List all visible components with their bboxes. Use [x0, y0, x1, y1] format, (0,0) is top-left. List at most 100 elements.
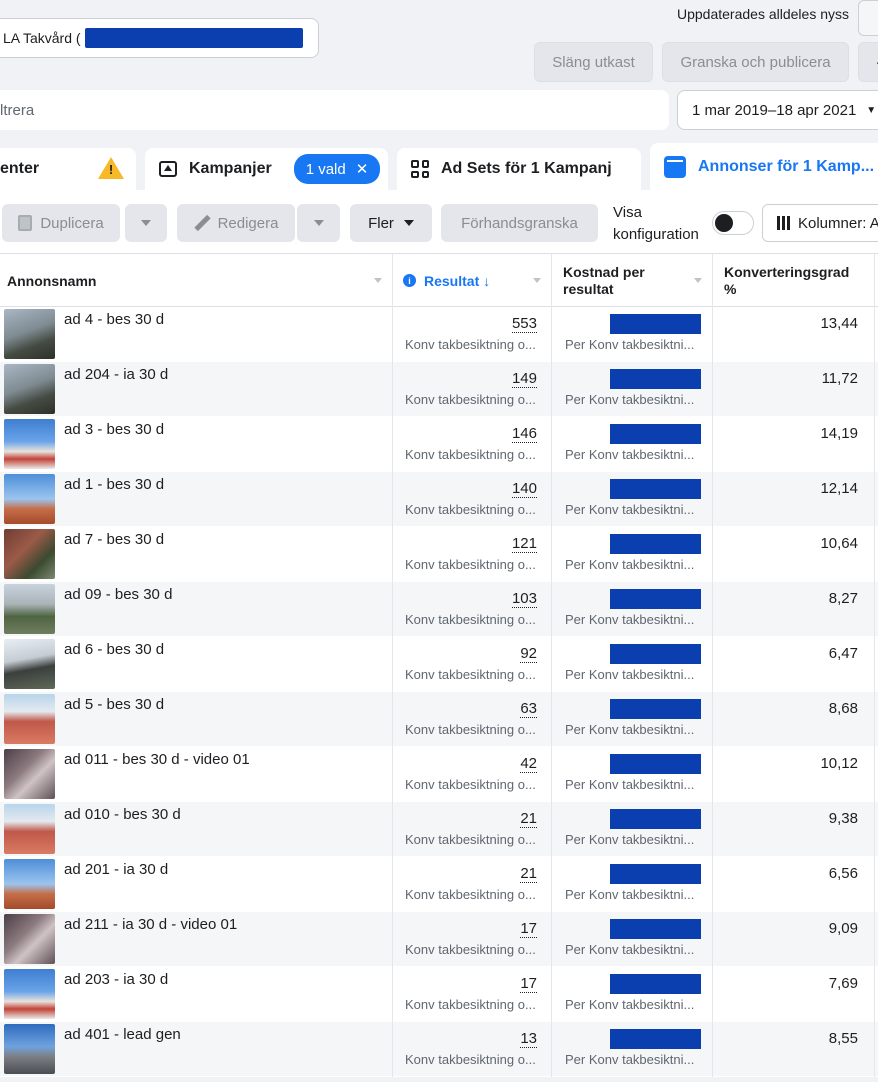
review-publish-button[interactable]: Granska och publicera — [662, 42, 849, 82]
edit-button[interactable]: Redigera — [177, 204, 295, 242]
table-row[interactable]: ad 3 - bes 30 d 146 Konv takbesiktning o… — [0, 417, 878, 472]
table-row[interactable]: ad 203 - ia 30 d 17 Konv takbesiktning o… — [0, 967, 878, 1022]
close-icon[interactable]: ✕ — [356, 160, 369, 178]
tab-ads[interactable]: Annonser för 1 Kamp... — [650, 143, 878, 193]
ad-name[interactable]: ad 1 - bes 30 d — [64, 476, 164, 493]
ad-name[interactable]: ad 201 - ia 30 d — [64, 861, 168, 878]
result-value[interactable]: 140 — [511, 480, 537, 498]
columns-button[interactable]: Kolumner: A — [762, 204, 878, 242]
cost-type: Per Konv takbesiktni... — [565, 337, 695, 352]
ad-name[interactable]: ad 5 - bes 30 d — [64, 696, 164, 713]
cost-type: Per Konv takbesiktni... — [565, 942, 695, 957]
ad-name-cell: ad 204 - ia 30 d — [0, 362, 393, 417]
table-row[interactable]: ad 211 - ia 30 d - video 01 17 Konv takb… — [0, 912, 878, 967]
result-value[interactable]: 149 — [511, 370, 537, 388]
result-value[interactable]: 103 — [511, 590, 537, 608]
conversion-value: 12,14 — [820, 480, 858, 497]
ad-name[interactable]: ad 3 - bes 30 d — [64, 421, 164, 438]
ad-thumbnail[interactable] — [4, 694, 55, 744]
result-value[interactable]: 63 — [520, 700, 537, 718]
ad-thumbnail[interactable] — [4, 914, 55, 964]
ad-thumbnail[interactable] — [4, 859, 55, 909]
cost-cell: Per Konv takbesiktni... — [552, 857, 713, 912]
result-value[interactable]: 92 — [520, 645, 537, 663]
result-value[interactable]: 21 — [520, 810, 537, 828]
tab-account-overview[interactable]: enter ! — [0, 148, 136, 190]
ad-thumbnail[interactable] — [4, 474, 55, 524]
result-value[interactable]: 13 — [520, 1030, 537, 1048]
table-row[interactable]: ad 09 - bes 30 d 103 Konv takbesiktning … — [0, 582, 878, 637]
column-header-ad-name[interactable]: Annonsnamn — [0, 254, 393, 307]
duplicate-dropdown-button[interactable] — [125, 204, 167, 242]
ad-name[interactable]: ad 211 - ia 30 d - video 01 — [64, 916, 237, 933]
search-filter-input[interactable]: ltrera — [0, 90, 669, 130]
date-range-selector[interactable]: 1 mar 2019–18 apr 2021 ▼ — [677, 90, 878, 130]
column-header-result[interactable]: i Resultat ↓ — [393, 254, 552, 307]
table-row[interactable]: ad 6 - bes 30 d 92 Konv takbesiktning o.… — [0, 637, 878, 692]
table-row[interactable]: ad 7 - bes 30 d 121 Konv takbesiktning o… — [0, 527, 878, 582]
ad-thumbnail[interactable] — [4, 419, 55, 469]
more-options-button[interactable]: · — [858, 42, 878, 82]
column-header-conversion-rate[interactable]: Konverteringsgrad % — [713, 254, 875, 307]
ad-name[interactable]: ad 010 - bes 30 d — [64, 806, 181, 823]
table-row[interactable]: ad 4 - bes 30 d 553 Konv takbesiktning o… — [0, 307, 878, 362]
column-header-cost-per-result[interactable]: Kostnad per resultat — [552, 254, 713, 307]
edit-dropdown-button[interactable] — [297, 204, 340, 242]
ad-thumbnail[interactable] — [4, 309, 55, 359]
result-value[interactable]: 121 — [511, 535, 537, 553]
table-row[interactable]: ad 201 - ia 30 d 21 Konv takbesiktning o… — [0, 857, 878, 912]
ad-thumbnail[interactable] — [4, 639, 55, 689]
cost-type: Per Konv takbesiktni... — [565, 887, 695, 902]
ad-name-cell: ad 4 - bes 30 d — [0, 307, 393, 362]
show-configuration-toggle[interactable] — [712, 211, 754, 235]
preview-button[interactable]: Förhandsgranska — [441, 204, 598, 242]
result-value[interactable]: 553 — [511, 315, 537, 333]
result-value[interactable]: 146 — [511, 425, 537, 443]
discard-draft-button[interactable]: Släng utkast — [534, 42, 653, 82]
ad-thumbnail[interactable] — [4, 749, 55, 799]
ad-thumbnail[interactable] — [4, 969, 55, 1019]
caret-down-icon — [313, 220, 324, 226]
ad-thumbnail[interactable] — [4, 584, 55, 634]
cost-type: Per Konv takbesiktni... — [565, 447, 695, 462]
result-cell: 149 Konv takbesiktning o... — [393, 362, 552, 417]
result-value[interactable]: 17 — [520, 920, 537, 938]
sort-caret-icon — [533, 278, 541, 283]
ad-name[interactable]: ad 7 - bes 30 d — [64, 531, 164, 548]
ad-name[interactable]: ad 204 - ia 30 d — [64, 366, 168, 383]
result-value[interactable]: 17 — [520, 975, 537, 993]
table-row[interactable]: ad 401 - lead gen 13 Konv takbesiktning … — [0, 1022, 878, 1077]
ad-thumbnail[interactable] — [4, 804, 55, 854]
account-selector[interactable]: LA Takvård ( — [0, 18, 319, 58]
ad-thumbnail[interactable] — [4, 364, 55, 414]
ad-thumbnail[interactable] — [4, 1024, 55, 1074]
ad-name[interactable]: ad 6 - bes 30 d — [64, 641, 164, 658]
redacted-cost — [610, 424, 701, 444]
refresh-button[interactable] — [858, 0, 878, 36]
ad-name[interactable]: ad 203 - ia 30 d — [64, 971, 168, 988]
table-row[interactable]: ad 011 - bes 30 d - video 01 42 Konv tak… — [0, 747, 878, 802]
pencil-icon — [194, 215, 210, 231]
result-type: Konv takbesiktning o... — [405, 832, 536, 847]
result-value[interactable]: 21 — [520, 865, 537, 883]
tab-campaigns[interactable]: Kampanjer 1 vald ✕ — [145, 148, 388, 190]
table-row[interactable]: ad 1 - bes 30 d 140 Konv takbesiktning o… — [0, 472, 878, 527]
tab-ad-sets[interactable]: Ad Sets för 1 Kampanj — [397, 148, 641, 190]
duplicate-button[interactable]: Duplicera — [2, 204, 120, 242]
conversion-value: 9,09 — [828, 920, 858, 937]
ad-thumbnail[interactable] — [4, 529, 55, 579]
result-type: Konv takbesiktning o... — [405, 997, 536, 1012]
selected-chip[interactable]: 1 vald ✕ — [293, 154, 381, 184]
ad-name[interactable]: ad 401 - lead gen — [64, 1026, 181, 1043]
cost-type: Per Konv takbesiktni... — [565, 1052, 695, 1067]
ad-name[interactable]: ad 09 - bes 30 d — [64, 586, 172, 603]
result-value[interactable]: 42 — [520, 755, 537, 773]
ad-name[interactable]: ad 011 - bes 30 d - video 01 — [64, 751, 250, 768]
more-actions-button[interactable]: Fler — [350, 204, 432, 242]
redacted-cost — [610, 479, 701, 499]
cost-type: Per Konv takbesiktni... — [565, 777, 695, 792]
table-row[interactable]: ad 010 - bes 30 d 21 Konv takbesiktning … — [0, 802, 878, 857]
table-row[interactable]: ad 5 - bes 30 d 63 Konv takbesiktning o.… — [0, 692, 878, 747]
ad-name[interactable]: ad 4 - bes 30 d — [64, 311, 164, 328]
table-row[interactable]: ad 204 - ia 30 d 149 Konv takbesiktning … — [0, 362, 878, 417]
